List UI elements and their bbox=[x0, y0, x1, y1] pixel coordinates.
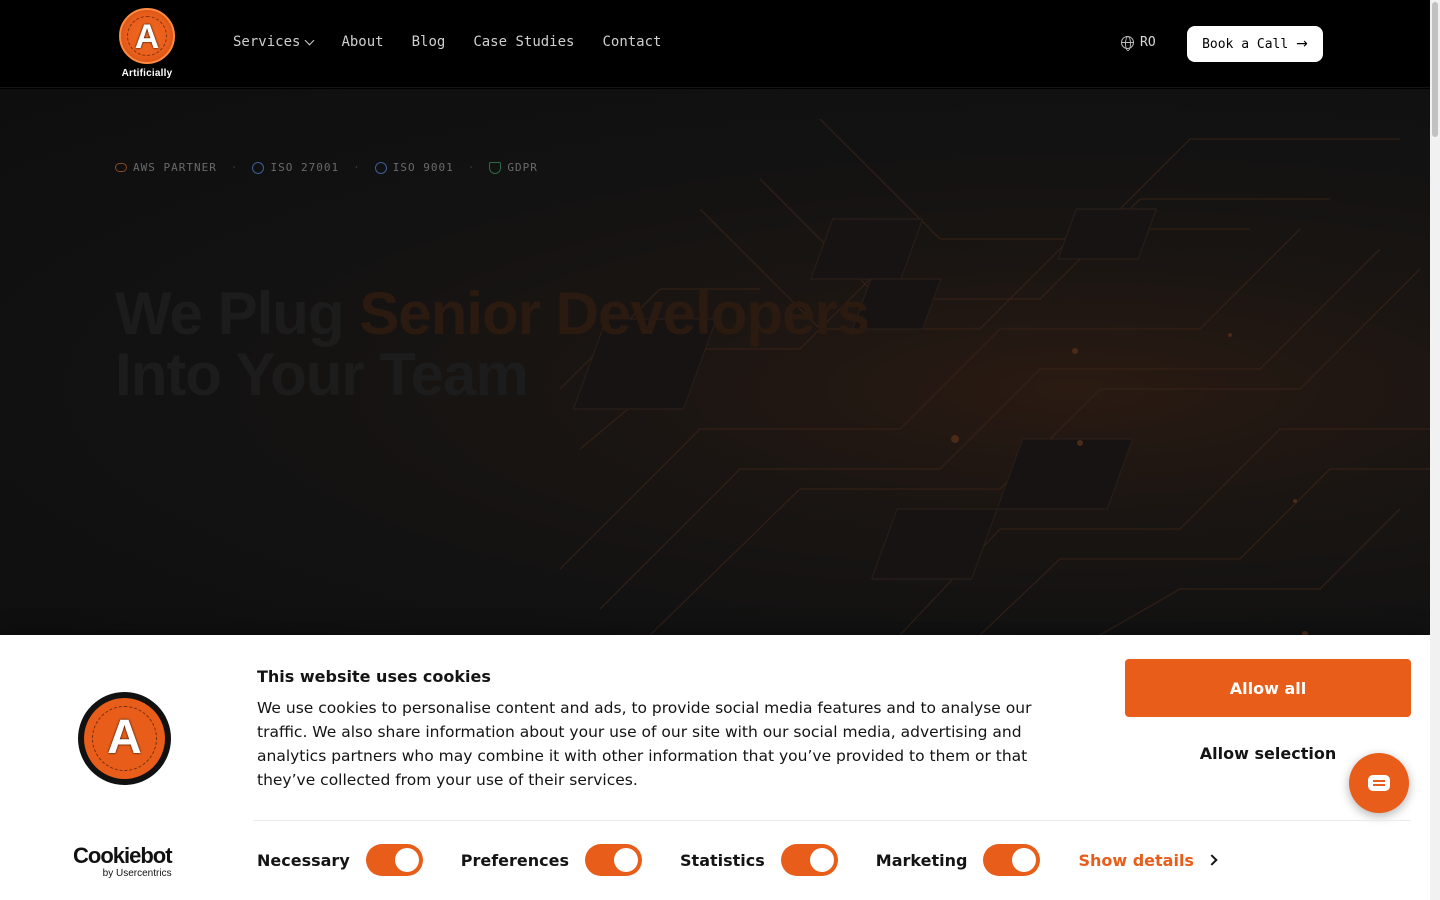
toggle-label: Preferences bbox=[460, 850, 570, 870]
chevron-down-icon bbox=[304, 35, 315, 45]
language-switcher[interactable]: RO bbox=[1121, 35, 1156, 51]
main-nav: Services About Blog Case Studies Contact bbox=[233, 34, 661, 50]
cookie-description: We use cookies to personalise content an… bbox=[257, 699, 1032, 789]
brand-logo-icon: A bbox=[84, 698, 165, 779]
separator-dot: · bbox=[467, 161, 476, 174]
nav-item-blog[interactable]: Blog bbox=[412, 34, 446, 50]
globe-icon bbox=[252, 161, 265, 174]
cookie-brand-logo: A bbox=[78, 692, 171, 785]
consent-toggles: Necessary Preferences Statistics Marketi… bbox=[257, 844, 1218, 876]
nav-item-about[interactable]: About bbox=[341, 34, 383, 50]
globe-icon bbox=[374, 161, 387, 174]
show-details-label: Show details bbox=[1078, 850, 1194, 870]
site-logo[interactable]: A Artificially bbox=[117, 8, 177, 82]
badge-label: GDPR bbox=[507, 161, 538, 174]
badge-label: ISO 27001 bbox=[270, 161, 340, 174]
cookie-title: This website uses cookies bbox=[257, 667, 491, 686]
toggle-necessary: Necessary bbox=[257, 844, 423, 876]
badge-iso27001: ISO 27001 bbox=[252, 161, 339, 174]
cookiebot-sub: by Usercentrics bbox=[102, 868, 172, 879]
logo-letter: A bbox=[134, 18, 160, 56]
show-details-link[interactable]: Show details bbox=[1078, 850, 1218, 870]
shield-icon bbox=[489, 161, 502, 174]
headline-part1: We Plug bbox=[115, 280, 360, 347]
scrollbar-thumb[interactable] bbox=[1432, 2, 1438, 137]
cookiebot-logo[interactable]: Cookiebot by Usercentrics bbox=[73, 843, 173, 880]
nav-label: Contact bbox=[602, 34, 662, 50]
nav-label: About bbox=[341, 34, 384, 50]
headline-part2: Into Your Team bbox=[115, 341, 529, 408]
nav-label: Case Studies bbox=[473, 34, 575, 50]
logo-wordmark: Artificially bbox=[121, 68, 173, 79]
toggle-label: Necessary bbox=[257, 850, 350, 870]
toggle-preferences: Preferences bbox=[460, 844, 643, 876]
preferences-switch[interactable] bbox=[585, 844, 643, 876]
chat-widget-button[interactable] bbox=[1349, 753, 1409, 813]
chat-icon bbox=[1368, 775, 1390, 791]
nav-label: Services bbox=[233, 34, 301, 50]
marketing-switch[interactable] bbox=[983, 844, 1041, 876]
page-scrollbar[interactable] bbox=[1430, 0, 1440, 900]
badge-label: ISO 9001 bbox=[392, 161, 454, 174]
badge-gdpr: GDPR bbox=[489, 161, 538, 174]
badge-aws: AWS PARTNER bbox=[115, 161, 217, 174]
site-header: A Artificially Services About Blog Case … bbox=[0, 0, 1430, 88]
separator-dot: · bbox=[353, 161, 361, 174]
toggle-label: Marketing bbox=[875, 850, 968, 870]
book-call-label: Book a Call bbox=[1202, 36, 1289, 52]
hero-headline: We Plug Senior Developers Into Your Team bbox=[115, 280, 870, 408]
hero-section: AWS PARTNER · ISO 27001 · ISO 9001 · GDP… bbox=[0, 89, 1430, 635]
cloud-icon bbox=[115, 163, 127, 172]
divider bbox=[253, 820, 1411, 821]
nav-label: Blog bbox=[411, 34, 446, 50]
nav-item-case-studies[interactable]: Case Studies bbox=[473, 34, 574, 50]
chevron-right-icon bbox=[1206, 854, 1218, 866]
logo-badge-icon: A bbox=[119, 8, 175, 64]
headline-accent: Senior Developers bbox=[359, 280, 870, 347]
certification-badges: AWS PARTNER · ISO 27001 · ISO 9001 · GDP… bbox=[115, 161, 538, 174]
nav-item-contact[interactable]: Contact bbox=[602, 34, 661, 50]
nav-item-services[interactable]: Services bbox=[233, 34, 315, 50]
globe-icon bbox=[1121, 36, 1134, 51]
cookie-banner: A This website uses cookies We use cooki… bbox=[0, 635, 1430, 900]
cookiebot-wordmark: Cookiebot bbox=[73, 843, 173, 868]
toggle-marketing: Marketing bbox=[876, 844, 1041, 876]
toggle-label: Statistics bbox=[680, 850, 765, 870]
allow-all-button[interactable]: Allow all bbox=[1125, 659, 1411, 717]
toggle-statistics: Statistics bbox=[680, 844, 838, 876]
statistics-switch[interactable] bbox=[780, 844, 838, 876]
badge-iso9001: ISO 9001 bbox=[374, 161, 454, 174]
badge-label: AWS PARTNER bbox=[133, 161, 217, 174]
necessary-switch[interactable] bbox=[365, 844, 423, 876]
logo-letter: A bbox=[107, 711, 142, 764]
separator-dot: · bbox=[230, 161, 239, 174]
arrow-right-icon: → bbox=[1296, 36, 1308, 52]
book-call-button[interactable]: Book a Call → bbox=[1187, 26, 1323, 62]
language-label: RO bbox=[1140, 35, 1156, 50]
